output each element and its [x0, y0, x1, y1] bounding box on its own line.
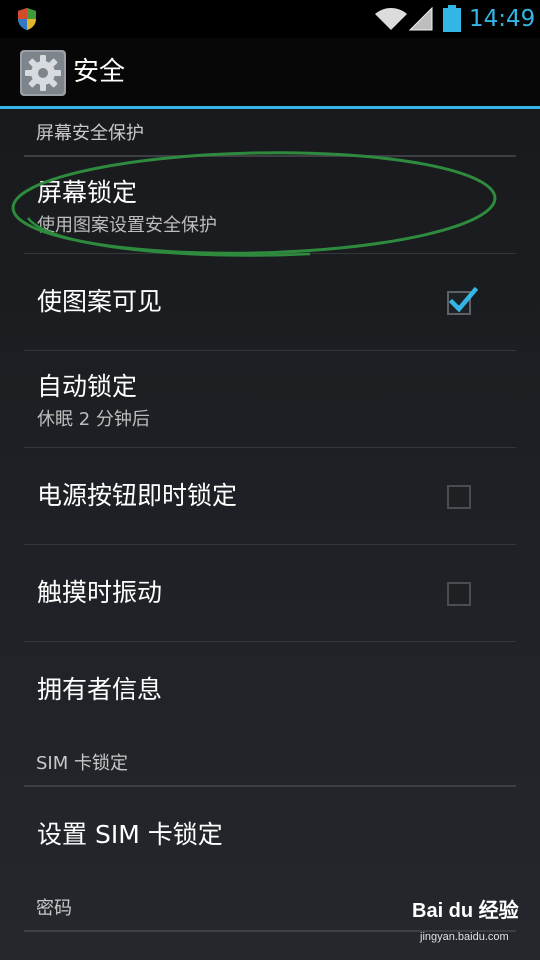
list-item-title: 使图案可见 — [37, 287, 163, 316]
watermark-url: jingyan.baidu.com — [420, 931, 509, 943]
list-item-owner-info[interactable]: 拥有者信息 — [0, 642, 540, 739]
list-item-title: 自动锁定 — [37, 372, 138, 401]
baidu-watermark: Bai du 经验 jingyan.baidu.com — [412, 894, 532, 950]
status-time: 14:49 — [469, 6, 536, 32]
vibrate-on-touch-checkbox[interactable] — [447, 582, 471, 606]
list-item-subtitle: 休眠 2 分钟后 — [37, 409, 150, 430]
list-item-set-sim-lock[interactable]: 设置 SIM 卡锁定 — [0, 787, 540, 884]
section-header-label: SIM 卡锁定 — [36, 753, 128, 774]
page-title: 安全 — [73, 57, 126, 87]
signal-icon — [408, 6, 433, 31]
watermark-brand: Bai du 经验 — [412, 900, 519, 922]
status-bar: 14:49 — [0, 0, 540, 38]
section-header-label: 密码 — [36, 898, 72, 919]
list-item-title: 电源按钮即时锁定 — [37, 481, 238, 510]
section-header-label: 屏幕安全保护 — [36, 123, 144, 144]
list-item-vibrate-on-touch[interactable]: 触摸时振动 — [0, 545, 540, 642]
list-item-pattern-visible[interactable]: 使图案可见 — [0, 254, 540, 351]
settings-gear-icon[interactable] — [20, 50, 66, 96]
list-item-title: 拥有者信息 — [37, 675, 163, 704]
highlight-ellipse — [11, 151, 497, 257]
action-bar: 安全 — [0, 38, 540, 106]
checkmark-icon — [448, 286, 479, 313]
list-item-title: 触摸时振动 — [37, 578, 163, 607]
section-header-sim-lock: SIM 卡锁定 — [0, 739, 540, 787]
list-item-power-button-lock[interactable]: 电源按钮即时锁定 — [0, 448, 540, 545]
wifi-icon — [375, 8, 407, 30]
pattern-visible-checkbox[interactable] — [447, 286, 479, 315]
list-item-auto-lock[interactable]: 自动锁定 休眠 2 分钟后 — [0, 351, 540, 448]
battery-icon — [443, 5, 461, 32]
list-item-title: 设置 SIM 卡锁定 — [37, 820, 223, 849]
power-button-lock-checkbox[interactable] — [447, 485, 471, 509]
shield-icon — [18, 8, 36, 30]
